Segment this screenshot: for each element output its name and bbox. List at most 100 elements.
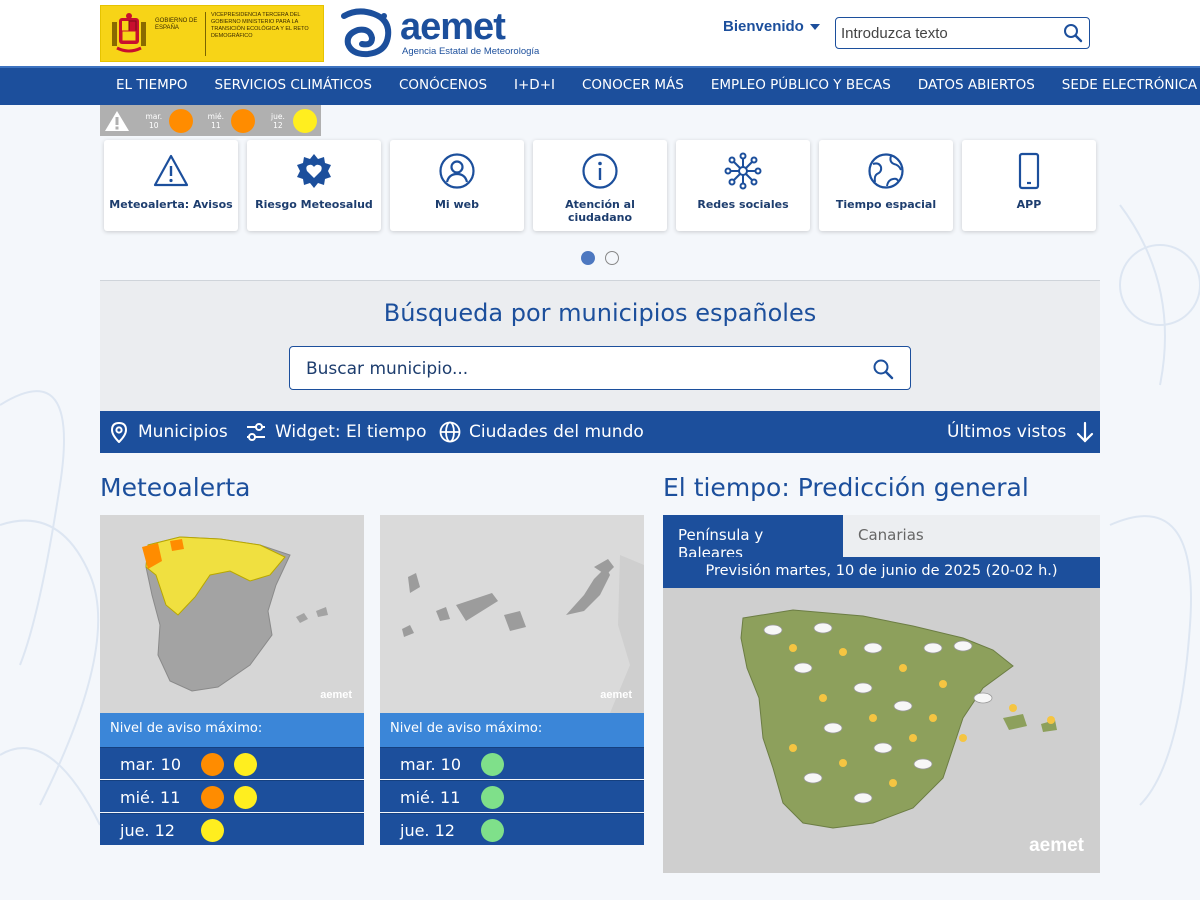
gov-divider [205,12,206,56]
quick-link-app[interactable]: APP [962,140,1096,231]
alert-day: mar. 10 [400,755,462,774]
alert-level-dot [168,108,193,133]
canarias-map-image [380,515,644,713]
nav-conocer-mas[interactable]: CONOCER MÁS [573,77,684,93]
alert-level-dot [230,108,255,133]
quick-link-redes[interactable]: Redes sociales [676,140,810,231]
aemet-watermark: aemet [320,689,352,701]
alert-level-row: jue. 12 [100,813,364,845]
tab-canarias[interactable]: Canarias [843,515,939,557]
municipality-search-title: Búsqueda por municipios españoles [383,299,817,327]
alert-level-row: mié. 11 [380,780,644,812]
quick-link-mi-web[interactable]: Mi web [390,140,524,231]
tab-peninsula[interactable]: Península y Baleares [663,515,843,562]
welcome-label: Bienvenido [723,18,804,35]
nav-servicios-climaticos[interactable]: SERVICIOS CLIMÁTICOS [206,77,372,93]
prediccion-title: El tiempo: Predicción general [663,473,1029,502]
main-nav: EL TIEMPO SERVICIOS CLIMÁTICOS CONÓCENOS… [0,66,1200,105]
nav-sede-electronica[interactable]: SEDE ELECTRÓNICA [1053,77,1197,93]
forecast-map-image [663,588,1100,873]
site-search-input[interactable] [841,23,1056,43]
prediccion-map[interactable]: aemet [663,588,1100,873]
municipality-search [289,346,911,390]
quick-link-tiempo-espacial[interactable]: Tiempo espacial [819,140,953,231]
map-pin-icon [110,421,128,443]
aemet-logo[interactable]: aemet Agencia Estatal de Meteorología [338,6,546,60]
network-icon [724,152,762,190]
carousel-pager [581,251,619,265]
alert-level-row: mar. 10 [100,747,364,779]
meteoalerta-canarias[interactable]: aemet Nivel de aviso máximo: mar. 10 mié… [380,515,644,847]
alert-day-mini: jue. 12 [265,108,321,133]
municipality-search-input[interactable] [306,357,846,381]
level-heading: Nivel de aviso máximo: [380,713,644,747]
heart-badge-icon [297,154,331,188]
quick-links: Meteoalerta: Avisos Riesgo Meteosalud Mi… [104,140,1096,231]
alert-day-num: 12 [273,120,283,130]
nav-idi[interactable]: I+D+I [505,77,555,93]
tool-label: Widget: El tiempo [275,422,427,442]
alert-day-num: 11 [211,120,221,130]
alert-day: mié. 11 [120,788,181,807]
quick-link-label: Redes sociales [697,198,789,211]
government-logo[interactable]: GOBIERNO DE ESPAÑA VICEPRESIDENCIA TERCE… [100,5,324,62]
alert-level-dot [234,753,257,776]
user-circle-icon [439,153,475,189]
smartphone-icon [1018,152,1040,190]
welcome-menu[interactable]: Bienvenido [723,18,820,35]
globe-icon [439,421,461,443]
quick-link-avisos[interactable]: Meteoalerta: Avisos [104,140,238,231]
meteoalerta-title: Meteoalerta [100,473,251,502]
carousel-dot-2[interactable] [605,251,619,265]
alert-level-dot [481,786,504,809]
search-icon[interactable] [1063,23,1083,43]
chevron-down-icon [809,23,820,30]
coat-of-arms-icon [112,13,146,53]
alert-level-row: mié. 11 [100,780,364,812]
aemet-wordmark: aemet [400,6,506,48]
quick-link-label: Meteoalerta: Avisos [109,198,233,211]
alert-day: mié. 11 [400,788,461,807]
gov-label: GOBIERNO DE ESPAÑA [155,18,198,31]
alert-level-dot [201,819,224,842]
arrow-down-icon [1077,421,1094,443]
meteoalerta-peninsula[interactable]: aemet Nivel de aviso máximo: mar. 10 mié… [100,515,364,847]
alert-level-row: jue. 12 [380,813,644,845]
warning-icon [100,105,135,136]
nav-conocenos[interactable]: CONÓCENOS [390,77,487,93]
tool-municipios[interactable]: Municipios [108,411,228,453]
nav-datos-abiertos[interactable]: DATOS ABIERTOS [909,77,1035,93]
alert-day-label: mar. [145,111,163,121]
carousel-dot-1[interactable] [581,251,595,265]
quick-link-atencion[interactable]: Atención al ciudadano [533,140,667,231]
search-icon[interactable] [872,358,894,380]
peninsula-alert-map[interactable]: aemet [100,515,364,713]
aemet-subtitle: Agencia Estatal de Meteorología [402,46,540,57]
tool-label: Últimos vistos [947,422,1067,442]
alert-day: jue. 12 [120,821,175,840]
globe-icon [868,153,904,189]
quick-link-meteosalud[interactable]: Riesgo Meteosalud [247,140,381,231]
alert-level-dot [481,819,504,842]
tool-ultimos-vistos[interactable]: Últimos vistos [947,411,1096,453]
alert-level-dot [292,108,317,133]
tool-widget[interactable]: Widget: El tiempo [245,411,426,453]
nav-empleo[interactable]: EMPLEO PÚBLICO Y BECAS [702,77,891,93]
nav-el-tiempo[interactable]: EL TIEMPO [107,77,188,93]
tools-bar: Municipios Widget: El tiempo Ciudades de… [100,411,1100,453]
alert-summary-strip[interactable]: mar. 10 mié. 11 jue. 12 [100,105,321,136]
quick-link-label: Atención al ciudadano [565,198,635,224]
level-heading: Nivel de aviso máximo: [100,713,364,747]
site-search [835,17,1090,49]
canarias-alert-map[interactable]: aemet [380,515,644,713]
tool-ciudades[interactable]: Ciudades del mundo [439,411,644,453]
alert-day-mini: mar. 10 [141,108,197,133]
alert-day: jue. 12 [400,821,455,840]
prediccion-tabs: Península y Baleares Canarias [663,515,1100,562]
aemet-watermark: aemet [1029,835,1084,856]
quick-link-label: Mi web [434,198,480,211]
alert-level-dot [481,753,504,776]
peninsula-map-image [100,515,364,713]
quick-link-label: Tiempo espacial [835,198,937,211]
alert-day-mini: mié. 11 [203,108,259,133]
